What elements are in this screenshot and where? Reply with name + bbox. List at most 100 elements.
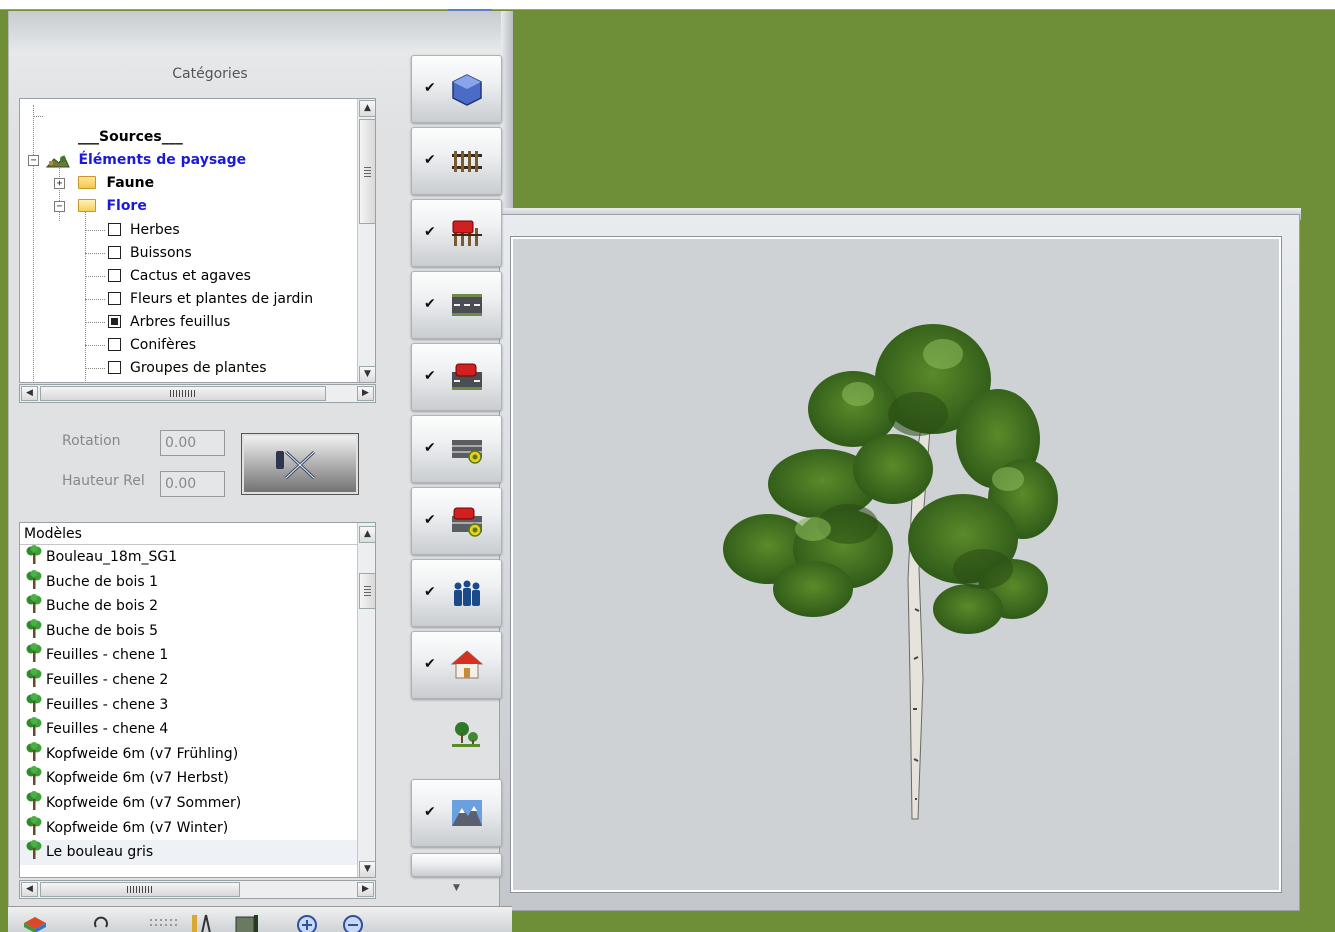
checkmark: ✔ — [424, 224, 436, 240]
tree-icon — [26, 766, 42, 786]
delete-object-button[interactable] — [241, 433, 359, 495]
tree-item-buissons[interactable]: Buissons — [108, 242, 192, 264]
scroll-thumb[interactable] — [359, 573, 375, 609]
tree-icon — [26, 569, 42, 589]
model-item[interactable]: Kopfweide 6m (v7 Sommer) — [20, 790, 375, 816]
zoom-in-icon[interactable] — [296, 913, 318, 932]
scroll-thumb[interactable] — [359, 119, 375, 224]
models-list[interactable]: Modèles Bouleau_18m_SG1 Buche de bois 1 Bu… — [19, 522, 376, 878]
height-field[interactable]: 0.00 — [160, 471, 225, 497]
tree-item-arbres-feuillus[interactable]: Arbres feuillus — [108, 311, 230, 333]
scroll-right-button[interactable]: ▶ — [357, 882, 374, 897]
models-horizontal-scrollbar[interactable]: ◀ ▶ — [19, 880, 376, 899]
model-item[interactable]: Feuilles - chene 3 — [20, 692, 375, 718]
model-item[interactable]: Buche de bois 2 — [20, 594, 375, 619]
model-item[interactable]: Buche de bois 1 — [20, 569, 375, 595]
toolbar-button-road-vehicle[interactable]: ✔ — [411, 343, 502, 411]
scroll-thumb[interactable] — [40, 882, 240, 897]
checkmark: ✔ — [424, 584, 436, 600]
tree-item-cactus[interactable]: Cactus et agaves — [108, 265, 251, 287]
scroll-up-button[interactable]: ▲ — [359, 100, 375, 117]
tree-line — [85, 230, 105, 231]
category-tree[interactable]: ___Sources___ − Éléments de paysage + Fa… — [19, 98, 376, 383]
checkbox[interactable] — [108, 337, 121, 351]
tree-horizontal-scrollbar[interactable]: ◀ ▶ — [19, 384, 376, 403]
tree-item-herbes[interactable]: Herbes — [108, 219, 180, 241]
window-top-strip — [0, 0, 1335, 12]
scroll-left-button[interactable]: ◀ — [21, 882, 38, 897]
toolbar-button-tram-track[interactable]: ✔ — [411, 415, 502, 483]
models-vertical-scrollbar[interactable]: ▲ ▼ — [357, 523, 375, 877]
house-icon — [450, 650, 484, 679]
model-item[interactable]: Le bouleau gris — [20, 840, 375, 865]
tree-item-sources[interactable]: ___Sources___ — [78, 126, 183, 148]
checkbox[interactable] — [108, 222, 121, 236]
scroll-thumb[interactable] — [40, 386, 326, 401]
tree-vertical-scrollbar[interactable]: ▲ ▼ — [357, 99, 375, 382]
collapse-toggle[interactable]: − — [28, 155, 39, 166]
toolbar-button-more[interactable] — [411, 853, 502, 877]
model-item-label: Kopfweide 6m (v7 Sommer) — [46, 794, 242, 811]
toolbar-button-terrain[interactable]: ✔ — [411, 55, 502, 123]
scroll-left-button[interactable]: ◀ — [21, 386, 38, 401]
tree-item-coniferes[interactable]: Conifères — [108, 334, 196, 356]
model-item[interactable]: Feuilles - chene 1 — [20, 643, 375, 668]
toolbar-button-people[interactable]: ✔ — [411, 559, 502, 627]
layers-icon[interactable] — [234, 913, 260, 932]
expand-toggle[interactable]: + — [54, 178, 65, 189]
checkmark: ✔ — [424, 512, 436, 528]
measure-icon[interactable] — [190, 913, 218, 932]
toolbar-button-rail-track[interactable]: ✔ — [411, 127, 502, 195]
checkmark: ✔ — [424, 296, 436, 312]
checkbox[interactable] — [108, 245, 121, 259]
model-item[interactable]: Feuilles - chene 2 — [20, 667, 375, 693]
tree-item-label: Éléments de paysage — [78, 152, 247, 168]
scroll-down-button[interactable]: ▼ — [359, 366, 375, 382]
toolbar-button-road[interactable]: ✔ — [411, 271, 502, 339]
toolbar-button-tram-vehicle[interactable]: ✔ — [411, 487, 502, 555]
checkbox[interactable] — [108, 291, 121, 305]
tree-line — [33, 105, 34, 382]
scroll-up-button[interactable]: ▲ — [359, 526, 375, 543]
collapse-toggle[interactable]: − — [54, 201, 65, 212]
chevron-down-icon[interactable]: ▼ — [453, 883, 460, 893]
model-item[interactable]: Kopfweide 6m (v7 Frühling) — [20, 741, 375, 767]
model-item[interactable]: Buche de bois 5 — [20, 618, 375, 644]
tram-vehicle-icon — [452, 507, 482, 537]
tree-item-fauna[interactable]: Faune — [78, 172, 154, 194]
terrain-icon — [452, 74, 482, 106]
undo-icon[interactable] — [92, 913, 112, 932]
toolbar-button-landscape[interactable] — [411, 703, 502, 771]
zoom-out-icon[interactable] — [342, 913, 364, 932]
model-item-label: Feuilles - chene 2 — [46, 671, 169, 688]
scroll-down-button[interactable]: ▼ — [359, 861, 375, 877]
model-item[interactable]: Bouleau_18m_SG1 — [20, 545, 375, 570]
model-item-label: Kopfweide 6m (v7 Winter) — [46, 819, 229, 836]
scroll-right-button[interactable]: ▶ — [357, 386, 374, 401]
cube-icon[interactable] — [22, 913, 48, 932]
category-toolstrip: ✔ ✔ ✔ ✔ ✔ ✔ ✔ ✔ ✔ ✔ ▼ — [409, 55, 502, 905]
tree-item-label: Conifères — [130, 337, 197, 353]
checkmark: ✔ — [424, 804, 436, 820]
tree-item-label: Buissons — [130, 245, 192, 261]
model-item[interactable]: Feuilles - chene 4 — [20, 717, 375, 742]
tree-item-flora[interactable]: Flore — [78, 195, 147, 217]
model-item[interactable]: Kopfweide 6m (v7 Herbst) — [20, 766, 375, 791]
rail-track-icon — [452, 151, 482, 172]
toolbar-button-house[interactable]: ✔ — [411, 631, 502, 699]
checkbox[interactable] — [108, 268, 121, 282]
tree-item-fleurs[interactable]: Fleurs et plantes de jardin — [108, 288, 313, 310]
model-item[interactable]: Kopfweide 6m (v7 Winter) — [20, 815, 375, 841]
tree-item-landscape-elements[interactable]: Éléments de paysage — [46, 149, 246, 171]
folder-icon — [78, 175, 96, 189]
tram-track-icon — [452, 440, 482, 464]
preview-frame — [499, 214, 1300, 911]
model-preview[interactable] — [510, 236, 1282, 893]
rotation-field[interactable]: 0.00 — [160, 430, 225, 456]
checkbox[interactable] — [108, 360, 121, 374]
tree-item-groupes[interactable]: Groupes de plantes — [108, 357, 267, 379]
grid-icon[interactable] — [148, 913, 184, 932]
checkbox-checked[interactable] — [108, 314, 121, 328]
toolbar-button-mountain[interactable]: ✔ — [411, 779, 502, 847]
toolbar-button-rail-vehicle[interactable]: ✔ — [411, 199, 502, 267]
